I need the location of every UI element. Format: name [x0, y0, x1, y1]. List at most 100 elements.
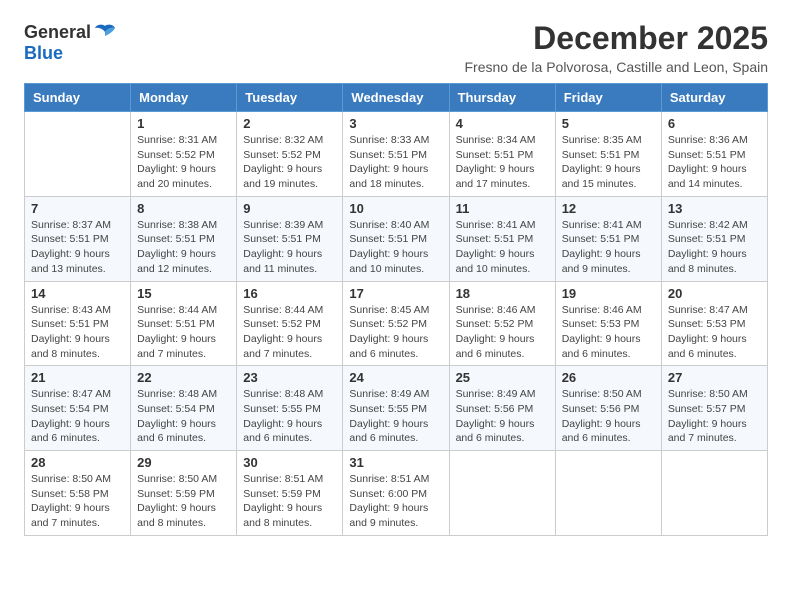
day-info: Sunrise: 8:49 AM Sunset: 5:55 PM Dayligh… [349, 387, 442, 446]
logo-general: General [24, 23, 91, 41]
day-info: Sunrise: 8:50 AM Sunset: 5:58 PM Dayligh… [31, 472, 124, 531]
logo-blue: Blue [24, 44, 63, 62]
calendar-cell: 28 Sunrise: 8:50 AM Sunset: 5:58 PM Dayli… [25, 451, 131, 536]
calendar-cell: 24 Sunrise: 8:49 AM Sunset: 5:55 PM Dayli… [343, 366, 449, 451]
day-number: 21 [31, 370, 124, 385]
calendar-cell: 27 Sunrise: 8:50 AM Sunset: 5:57 PM Dayli… [661, 366, 767, 451]
day-number: 16 [243, 286, 336, 301]
calendar-cell: 4 Sunrise: 8:34 AM Sunset: 5:51 PM Daylig… [449, 112, 555, 197]
day-number: 17 [349, 286, 442, 301]
calendar-week-row: 21 Sunrise: 8:47 AM Sunset: 5:54 PM Dayli… [25, 366, 768, 451]
calendar-week-row: 1 Sunrise: 8:31 AM Sunset: 5:52 PM Daylig… [25, 112, 768, 197]
day-number: 19 [562, 286, 655, 301]
day-info: Sunrise: 8:47 AM Sunset: 5:53 PM Dayligh… [668, 303, 761, 362]
day-info: Sunrise: 8:49 AM Sunset: 5:56 PM Dayligh… [456, 387, 549, 446]
day-number: 28 [31, 455, 124, 470]
calendar-cell: 29 Sunrise: 8:50 AM Sunset: 5:59 PM Dayli… [131, 451, 237, 536]
day-info: Sunrise: 8:42 AM Sunset: 5:51 PM Dayligh… [668, 218, 761, 277]
day-info: Sunrise: 8:50 AM Sunset: 5:56 PM Dayligh… [562, 387, 655, 446]
logo-bird-icon [93, 20, 117, 44]
day-number: 15 [137, 286, 230, 301]
day-number: 27 [668, 370, 761, 385]
calendar-col-tuesday: Tuesday [237, 84, 343, 112]
day-number: 22 [137, 370, 230, 385]
day-number: 12 [562, 201, 655, 216]
calendar-cell: 13 Sunrise: 8:42 AM Sunset: 5:51 PM Dayli… [661, 196, 767, 281]
day-number: 3 [349, 116, 442, 131]
day-info: Sunrise: 8:46 AM Sunset: 5:53 PM Dayligh… [562, 303, 655, 362]
calendar-cell: 19 Sunrise: 8:46 AM Sunset: 5:53 PM Dayli… [555, 281, 661, 366]
day-number: 10 [349, 201, 442, 216]
day-number: 1 [137, 116, 230, 131]
day-info: Sunrise: 8:51 AM Sunset: 5:59 PM Dayligh… [243, 472, 336, 531]
page-header: General Blue December 2025 Fresno de la … [24, 20, 768, 75]
day-info: Sunrise: 8:51 AM Sunset: 6:00 PM Dayligh… [349, 472, 442, 531]
day-number: 6 [668, 116, 761, 131]
calendar-cell: 30 Sunrise: 8:51 AM Sunset: 5:59 PM Dayli… [237, 451, 343, 536]
day-info: Sunrise: 8:34 AM Sunset: 5:51 PM Dayligh… [456, 133, 549, 192]
calendar-cell: 23 Sunrise: 8:48 AM Sunset: 5:55 PM Dayli… [237, 366, 343, 451]
calendar-cell: 11 Sunrise: 8:41 AM Sunset: 5:51 PM Dayli… [449, 196, 555, 281]
day-info: Sunrise: 8:43 AM Sunset: 5:51 PM Dayligh… [31, 303, 124, 362]
day-info: Sunrise: 8:48 AM Sunset: 5:55 PM Dayligh… [243, 387, 336, 446]
calendar-col-thursday: Thursday [449, 84, 555, 112]
day-info: Sunrise: 8:41 AM Sunset: 5:51 PM Dayligh… [562, 218, 655, 277]
day-number: 20 [668, 286, 761, 301]
day-info: Sunrise: 8:46 AM Sunset: 5:52 PM Dayligh… [456, 303, 549, 362]
day-info: Sunrise: 8:32 AM Sunset: 5:52 PM Dayligh… [243, 133, 336, 192]
day-number: 4 [456, 116, 549, 131]
day-number: 29 [137, 455, 230, 470]
day-info: Sunrise: 8:40 AM Sunset: 5:51 PM Dayligh… [349, 218, 442, 277]
page-subtitle: Fresno de la Polvorosa, Castille and Leo… [464, 59, 768, 75]
calendar-cell: 25Sunrise: 8:49 AM Sunset: 5:56 PM Dayli… [449, 366, 555, 451]
calendar-week-row: 14Sunrise: 8:43 AM Sunset: 5:51 PM Dayli… [25, 281, 768, 366]
calendar-cell: 15 Sunrise: 8:44 AM Sunset: 5:51 PM Dayli… [131, 281, 237, 366]
day-number: 13 [668, 201, 761, 216]
calendar-cell: 5 Sunrise: 8:35 AM Sunset: 5:51 PM Daylig… [555, 112, 661, 197]
calendar-cell: 1 Sunrise: 8:31 AM Sunset: 5:52 PM Daylig… [131, 112, 237, 197]
calendar-week-row: 7Sunrise: 8:37 AM Sunset: 5:51 PM Daylig… [25, 196, 768, 281]
calendar-col-sunday: Sunday [25, 84, 131, 112]
day-info: Sunrise: 8:45 AM Sunset: 5:52 PM Dayligh… [349, 303, 442, 362]
calendar-cell: 31 Sunrise: 8:51 AM Sunset: 6:00 PM Dayli… [343, 451, 449, 536]
day-number: 9 [243, 201, 336, 216]
day-number: 30 [243, 455, 336, 470]
logo: General Blue [24, 20, 117, 62]
day-info: Sunrise: 8:50 AM Sunset: 5:57 PM Dayligh… [668, 387, 761, 446]
calendar-col-wednesday: Wednesday [343, 84, 449, 112]
calendar-cell: 16Sunrise: 8:44 AM Sunset: 5:52 PM Dayli… [237, 281, 343, 366]
calendar-cell: 21 Sunrise: 8:47 AM Sunset: 5:54 PM Dayli… [25, 366, 131, 451]
day-info: Sunrise: 8:31 AM Sunset: 5:52 PM Dayligh… [137, 133, 230, 192]
day-info: Sunrise: 8:35 AM Sunset: 5:51 PM Dayligh… [562, 133, 655, 192]
day-number: 26 [562, 370, 655, 385]
day-info: Sunrise: 8:50 AM Sunset: 5:59 PM Dayligh… [137, 472, 230, 531]
page-title: December 2025 [464, 20, 768, 57]
day-number: 5 [562, 116, 655, 131]
calendar-table: SundayMondayTuesdayWednesdayThursdayFrid… [24, 83, 768, 536]
day-info: Sunrise: 8:33 AM Sunset: 5:51 PM Dayligh… [349, 133, 442, 192]
calendar-col-saturday: Saturday [661, 84, 767, 112]
day-number: 31 [349, 455, 442, 470]
calendar-cell: 12 Sunrise: 8:41 AM Sunset: 5:51 PM Dayli… [555, 196, 661, 281]
calendar-col-monday: Monday [131, 84, 237, 112]
calendar-cell [661, 451, 767, 536]
day-number: 11 [456, 201, 549, 216]
calendar-col-friday: Friday [555, 84, 661, 112]
day-info: Sunrise: 8:44 AM Sunset: 5:51 PM Dayligh… [137, 303, 230, 362]
day-number: 2 [243, 116, 336, 131]
day-number: 7 [31, 201, 124, 216]
day-info: Sunrise: 8:38 AM Sunset: 5:51 PM Dayligh… [137, 218, 230, 277]
calendar-cell: 18Sunrise: 8:46 AM Sunset: 5:52 PM Dayli… [449, 281, 555, 366]
calendar-cell: 2 Sunrise: 8:32 AM Sunset: 5:52 PM Daylig… [237, 112, 343, 197]
calendar-header-row: SundayMondayTuesdayWednesdayThursdayFrid… [25, 84, 768, 112]
day-number: 24 [349, 370, 442, 385]
calendar-cell: 10 Sunrise: 8:40 AM Sunset: 5:51 PM Dayli… [343, 196, 449, 281]
day-number: 23 [243, 370, 336, 385]
day-info: Sunrise: 8:47 AM Sunset: 5:54 PM Dayligh… [31, 387, 124, 446]
calendar-cell: 20 Sunrise: 8:47 AM Sunset: 5:53 PM Dayli… [661, 281, 767, 366]
calendar-week-row: 28 Sunrise: 8:50 AM Sunset: 5:58 PM Dayli… [25, 451, 768, 536]
day-info: Sunrise: 8:41 AM Sunset: 5:51 PM Dayligh… [456, 218, 549, 277]
day-info: Sunrise: 8:36 AM Sunset: 5:51 PM Dayligh… [668, 133, 761, 192]
calendar-cell: 14Sunrise: 8:43 AM Sunset: 5:51 PM Dayli… [25, 281, 131, 366]
day-number: 8 [137, 201, 230, 216]
